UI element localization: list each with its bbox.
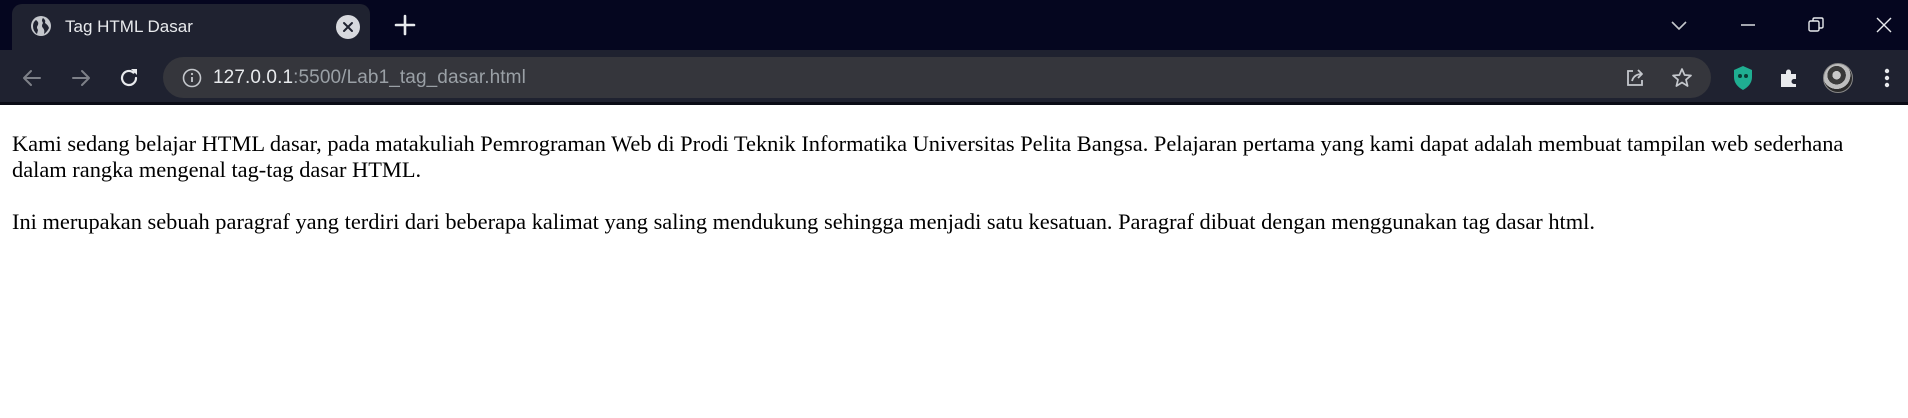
paragraph-intro: Kami sedang belajar HTML dasar, pada mat… [12,131,1844,182]
extensions-puzzle-icon[interactable] [1774,63,1804,93]
browser-tab[interactable]: Tag HTML Dasar [12,4,370,50]
share-icon[interactable] [1623,66,1647,90]
address-bar[interactable]: 127.0.0.1:5500/Lab1_tag_dasar.html [163,57,1711,98]
forward-arrow-icon[interactable] [67,64,95,92]
page-content: Kami sedang belajar HTML dasar, pada mat… [0,105,1908,418]
url-host: 127.0.0.1 [213,67,294,88]
bookmark-star-icon[interactable] [1670,66,1694,90]
site-info-icon[interactable] [181,67,203,89]
profile-avatar[interactable] [1823,63,1853,93]
avatar-icon [1823,63,1853,93]
tab-strip: Tag HTML Dasar [0,0,1908,50]
close-icon[interactable] [1869,10,1899,40]
restore-icon[interactable] [1801,10,1831,40]
paragraph-description: Ini merupakan sebuah paragraf yang terdi… [12,209,1595,234]
globe-icon [30,15,52,37]
extension-shield-icon[interactable] [1728,63,1758,93]
chevron-down-icon[interactable] [1664,10,1694,40]
reload-icon[interactable] [115,64,143,92]
url-text[interactable]: 127.0.0.1:5500/Lab1_tag_dasar.html [213,67,526,89]
new-tab-icon[interactable] [392,12,418,38]
back-arrow-icon[interactable] [18,64,46,92]
url-path: :5500/Lab1_tag_dasar.html [293,67,526,88]
minimize-icon[interactable] [1733,10,1763,40]
more-menu-icon[interactable] [1872,63,1902,93]
tab-title: Tag HTML Dasar [65,17,193,36]
tab-close-icon[interactable] [336,15,360,39]
browser-toolbar: 127.0.0.1:5500/Lab1_tag_dasar.html [0,50,1908,105]
